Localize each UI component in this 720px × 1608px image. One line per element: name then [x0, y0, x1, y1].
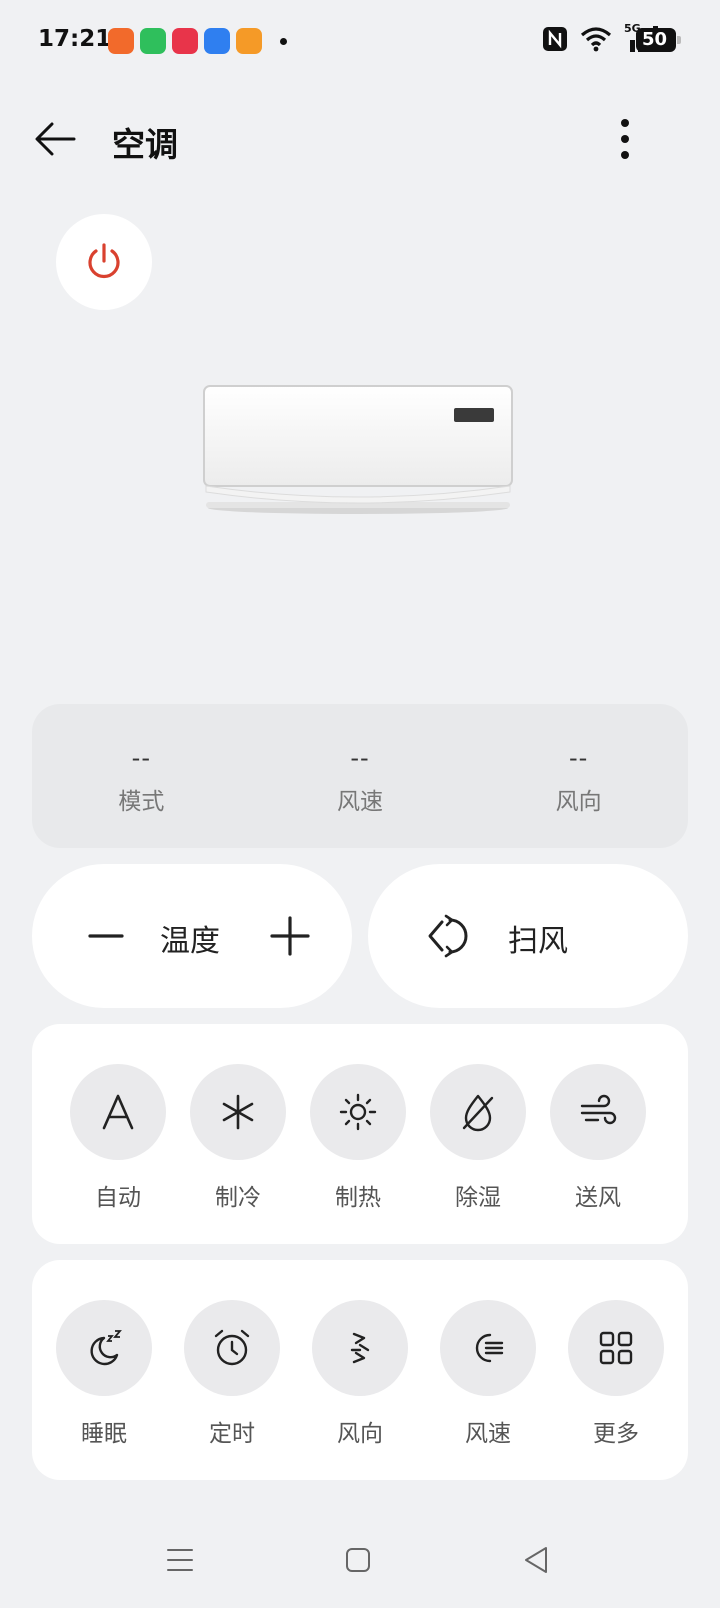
notification-icons	[108, 28, 287, 54]
function-wind-direction-button[interactable]: 风向	[312, 1300, 408, 1448]
mode-cool-circle[interactable]	[190, 1064, 286, 1160]
mode-heat-button[interactable]: 制热	[310, 1064, 406, 1212]
function-fan-speed-button[interactable]: 风速	[440, 1300, 536, 1448]
mode-fan-circle[interactable]	[550, 1064, 646, 1160]
sun-icon	[339, 1093, 377, 1131]
app-notification-icon	[204, 28, 230, 54]
app-notification-icon	[236, 28, 262, 54]
mode-label: 送风	[575, 1185, 621, 1211]
mode-label: 制热	[335, 1185, 381, 1211]
function-label: 定时	[209, 1421, 255, 1447]
temperature-decrease-button[interactable]	[82, 912, 130, 960]
fan-speed-icon	[475, 1333, 504, 1363]
function-card: 睡眠 定时 风向 风速 更多	[32, 1260, 688, 1480]
function-label: 风向	[337, 1421, 383, 1447]
status-fan-speed: -- 风速	[251, 704, 470, 848]
auto-icon	[102, 1094, 134, 1130]
air-conditioner-image	[203, 385, 513, 514]
home-icon[interactable]	[338, 1540, 378, 1580]
mode-card: 自动 制冷 制热 除湿 送风	[32, 1024, 688, 1244]
mode-auto-button[interactable]: 自动	[70, 1064, 166, 1212]
status-fan-speed-label: 风速	[337, 789, 383, 815]
system-nav-bar	[0, 1540, 720, 1590]
status-mode-label: 模式	[118, 789, 165, 815]
status-bar: 17:21 5G 50	[0, 0, 720, 84]
droplet-off-icon	[462, 1094, 494, 1132]
function-wind-direction-circle[interactable]	[312, 1300, 408, 1396]
sweep-icon	[428, 914, 468, 958]
function-more-circle[interactable]	[568, 1300, 664, 1396]
back-triangle-icon[interactable]	[516, 1540, 556, 1580]
snowflake-icon	[222, 1094, 254, 1130]
sweep-label: 扫风	[508, 924, 568, 959]
function-timer-circle[interactable]	[184, 1300, 280, 1396]
mode-heat-circle[interactable]	[310, 1064, 406, 1160]
wind-direction-icon	[350, 1332, 370, 1364]
wifi-icon	[580, 27, 612, 52]
wind-icon	[580, 1094, 617, 1125]
mode-dry-button[interactable]: 除湿	[430, 1064, 526, 1212]
mode-label: 自动	[95, 1185, 141, 1211]
temperature-increase-button[interactable]	[266, 912, 314, 960]
status-wind-direction-value: --	[569, 744, 589, 772]
mode-label: 除湿	[455, 1185, 501, 1211]
menu-icon[interactable]	[160, 1540, 200, 1580]
mode-cool-button[interactable]: 制冷	[190, 1064, 286, 1212]
function-fan-speed-circle[interactable]	[440, 1300, 536, 1396]
alarm-clock-icon	[214, 1329, 250, 1366]
temperature-control: 温度	[32, 864, 352, 1008]
app-bar: 空调	[0, 100, 720, 180]
power-button[interactable]	[56, 214, 152, 310]
back-arrow-icon[interactable]	[30, 114, 80, 164]
mode-auto-circle[interactable]	[70, 1064, 166, 1160]
status-wind-direction-label: 风向	[555, 789, 602, 815]
app-notification-icon	[172, 28, 198, 54]
mode-label: 制冷	[215, 1185, 261, 1211]
status-panel: -- 模式 -- 风速 -- 风向	[32, 704, 688, 848]
battery-icon: 50	[636, 28, 681, 52]
battery-level: 50	[642, 29, 668, 50]
mode-fan-button[interactable]: 送风	[550, 1064, 646, 1212]
more-notifications-dot-icon	[280, 37, 287, 45]
status-fan-speed-value: --	[350, 744, 370, 772]
function-label: 风速	[465, 1421, 511, 1447]
temperature-label: 温度	[160, 924, 220, 959]
function-label: 更多	[593, 1421, 639, 1447]
grid-more-icon	[599, 1331, 633, 1365]
status-time: 17:21	[38, 26, 112, 52]
nfc-icon	[543, 27, 567, 51]
sweep-button[interactable]: 扫风	[368, 864, 688, 1008]
page-title: 空调	[112, 125, 178, 164]
sleep-moon-icon	[90, 1330, 122, 1366]
function-more-button[interactable]: 更多	[568, 1300, 664, 1448]
app-notification-icon	[140, 28, 166, 54]
status-mode: -- 模式	[32, 704, 251, 848]
status-wind-direction: -- 风向	[469, 704, 688, 848]
function-sleep-button[interactable]: 睡眠	[56, 1300, 152, 1448]
function-sleep-circle[interactable]	[56, 1300, 152, 1396]
app-notification-icon	[108, 28, 134, 54]
status-mode-value: --	[131, 744, 151, 772]
power-icon	[88, 243, 120, 279]
function-label: 睡眠	[81, 1421, 127, 1447]
function-timer-button[interactable]: 定时	[184, 1300, 280, 1448]
mode-dry-circle[interactable]	[430, 1064, 526, 1160]
more-options-icon[interactable]	[610, 114, 640, 164]
